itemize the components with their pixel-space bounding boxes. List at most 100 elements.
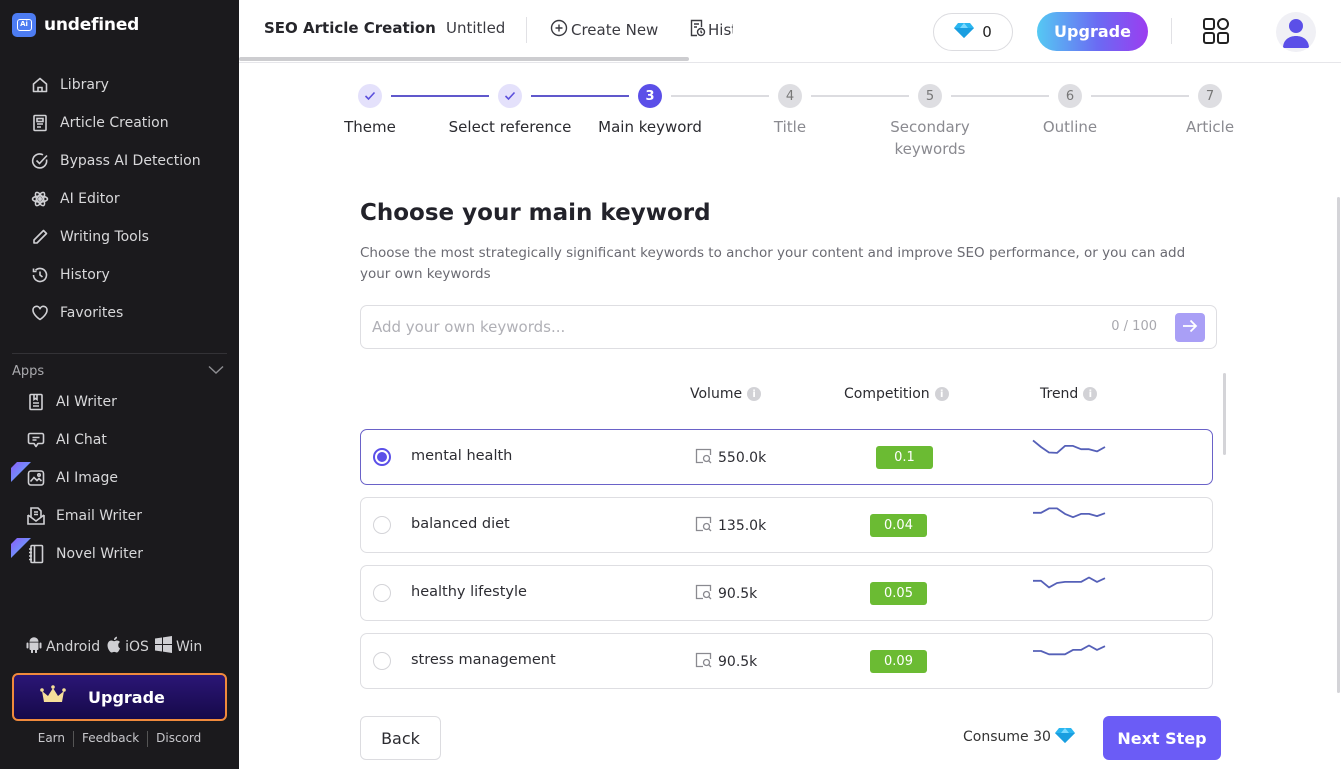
history-button[interactable]: History [689,19,733,41]
sidebar-app-ai-chat[interactable]: AI Chat [26,421,143,459]
user-avatar[interactable] [1276,12,1316,52]
step-7: 7 Article [1140,84,1280,138]
keyword-radio[interactable] [373,652,391,670]
platform-ios[interactable]: iOS [106,636,149,657]
keyword-row[interactable]: balanced diet 135.0k 0.04 [360,497,1213,553]
sidebar-item-ai-editor[interactable]: AI Editor [30,180,201,218]
sidebar-app-label: AI Image [56,470,119,486]
chat-icon [26,430,46,450]
history-icon [30,265,50,285]
column-header-trend: Trend i [1040,386,1098,402]
document-name[interactable]: Untitled [446,19,505,37]
app-root: Ai undefined Library Article Creation By… [0,0,1341,769]
competition-badge: 0.05 [870,582,927,605]
pencil-icon [30,227,50,247]
search-volume-icon [695,652,713,672]
trend-sparkline [1033,507,1106,519]
sidebar-app-label: Novel Writer [56,546,143,562]
keyword-text: healthy lifestyle [411,584,527,600]
sidebar-app-ai-image[interactable]: AI Image [11,459,143,497]
keyword-text: mental health [411,448,513,464]
platform-windows[interactable]: Win [154,636,203,657]
sidebar-item-history[interactable]: History [30,256,201,294]
step-label: Outline [1042,118,1098,136]
keyword-radio[interactable] [373,516,391,534]
step-number: 3 [638,84,662,108]
keyword-char-count: 0 / 100 [1111,319,1157,334]
sidebar-item-bypass-ai-detection[interactable]: Bypass AI Detection [30,142,201,180]
history-doc-icon [689,19,706,41]
atom-icon [30,189,50,209]
sidebar-nav: Library Article Creation Bypass AI Detec… [30,66,201,332]
keyword-text: stress management [411,652,556,668]
keyword-volume: 90.5k [695,584,757,604]
header-upgrade-button[interactable]: Upgrade [1037,12,1148,51]
chevron-down-icon[interactable] [208,364,224,379]
consume-cost: Consume 30 [963,727,1075,747]
add-keyword-button[interactable] [1175,313,1205,342]
step-2[interactable]: Select reference [440,84,580,138]
gem-balance[interactable]: 0 [933,13,1013,51]
platform-label: Win [175,638,203,655]
crown-icon [40,685,66,709]
info-icon[interactable]: i [1083,387,1098,401]
search-volume-icon [695,516,713,536]
keyword-row[interactable]: mental health 550.0k 0.1 [360,429,1213,485]
column-label: Trend [1040,386,1079,402]
brand[interactable]: Ai undefined [12,13,139,37]
next-step-button[interactable]: Next Step [1103,716,1221,760]
step-number: 5 [918,84,942,108]
keyword-radio[interactable] [373,584,391,602]
info-icon[interactable]: i [747,387,762,401]
sidebar-footer-links: Earn Feedback Discord [0,731,239,747]
feedback-link[interactable]: Feedback [74,731,147,747]
consume-label: Consume 30 [963,729,1051,745]
step-number: 7 [1198,84,1222,108]
trend-line [1032,439,1106,454]
info-icon[interactable]: i [934,387,949,401]
sidebar-item-label: Bypass AI Detection [60,153,201,169]
sidebar-item-label: Article Creation [60,115,169,131]
keyword-row[interactable]: stress management 90.5k 0.09 [360,633,1213,689]
apps-grid-icon[interactable] [1202,17,1230,49]
sidebar-app-label: Email Writer [56,508,143,524]
sidebar-item-favorites[interactable]: Favorites [30,294,201,332]
section-description: Choose the most strategically significan… [360,245,1186,282]
page-scrollbar[interactable] [1337,197,1340,693]
sidebar-upgrade-button[interactable]: Upgrade [12,673,227,721]
step-label: Article [1185,118,1235,136]
sidebar-app-novel-writer[interactable]: Novel Writer [11,535,143,573]
step-label: Secondary keywords [890,118,970,158]
competition-badge: 0.09 [870,650,927,673]
step-1[interactable]: Theme [300,84,440,138]
apple-icon [106,636,121,657]
volume-value: 550.0k [718,450,767,466]
sidebar-item-writing-tools[interactable]: Writing Tools [30,218,201,256]
sidebar-item-label: History [60,267,110,283]
sidebar-app-ai-writer[interactable]: AI Writer [26,383,143,421]
apps-section-header[interactable]: Apps [12,364,224,379]
platform-android[interactable]: Android [26,636,100,657]
back-button[interactable]: Back [360,716,441,760]
trend-sparkline [1033,576,1106,589]
step-label: Title [773,118,807,136]
header-tabs-scrollbar[interactable] [239,57,689,61]
keyword-radio[interactable] [373,448,391,466]
keyword-row[interactable]: healthy lifestyle 90.5k 0.05 [360,565,1213,621]
earn-link[interactable]: Earn [30,731,73,747]
keyword-input[interactable] [372,316,1072,338]
create-new-button[interactable]: Create New [550,19,658,41]
gem-count: 0 [982,23,992,41]
diamond-icon [954,22,975,42]
sidebar-item-label: Library [60,77,109,93]
image-icon [26,468,46,488]
sidebar-item-article-creation[interactable]: Article Creation [30,104,201,142]
keyword-list-scrollbar[interactable] [1223,373,1226,455]
sidebar-item-library[interactable]: Library [30,66,201,104]
step-6: 6 Outline [1000,84,1140,138]
platform-label: Android [46,638,101,655]
discord-link[interactable]: Discord [148,731,209,747]
plus-circle-icon [550,19,568,41]
sidebar-app-email-writer[interactable]: Email Writer [26,497,143,535]
user-icon [1283,19,1309,48]
